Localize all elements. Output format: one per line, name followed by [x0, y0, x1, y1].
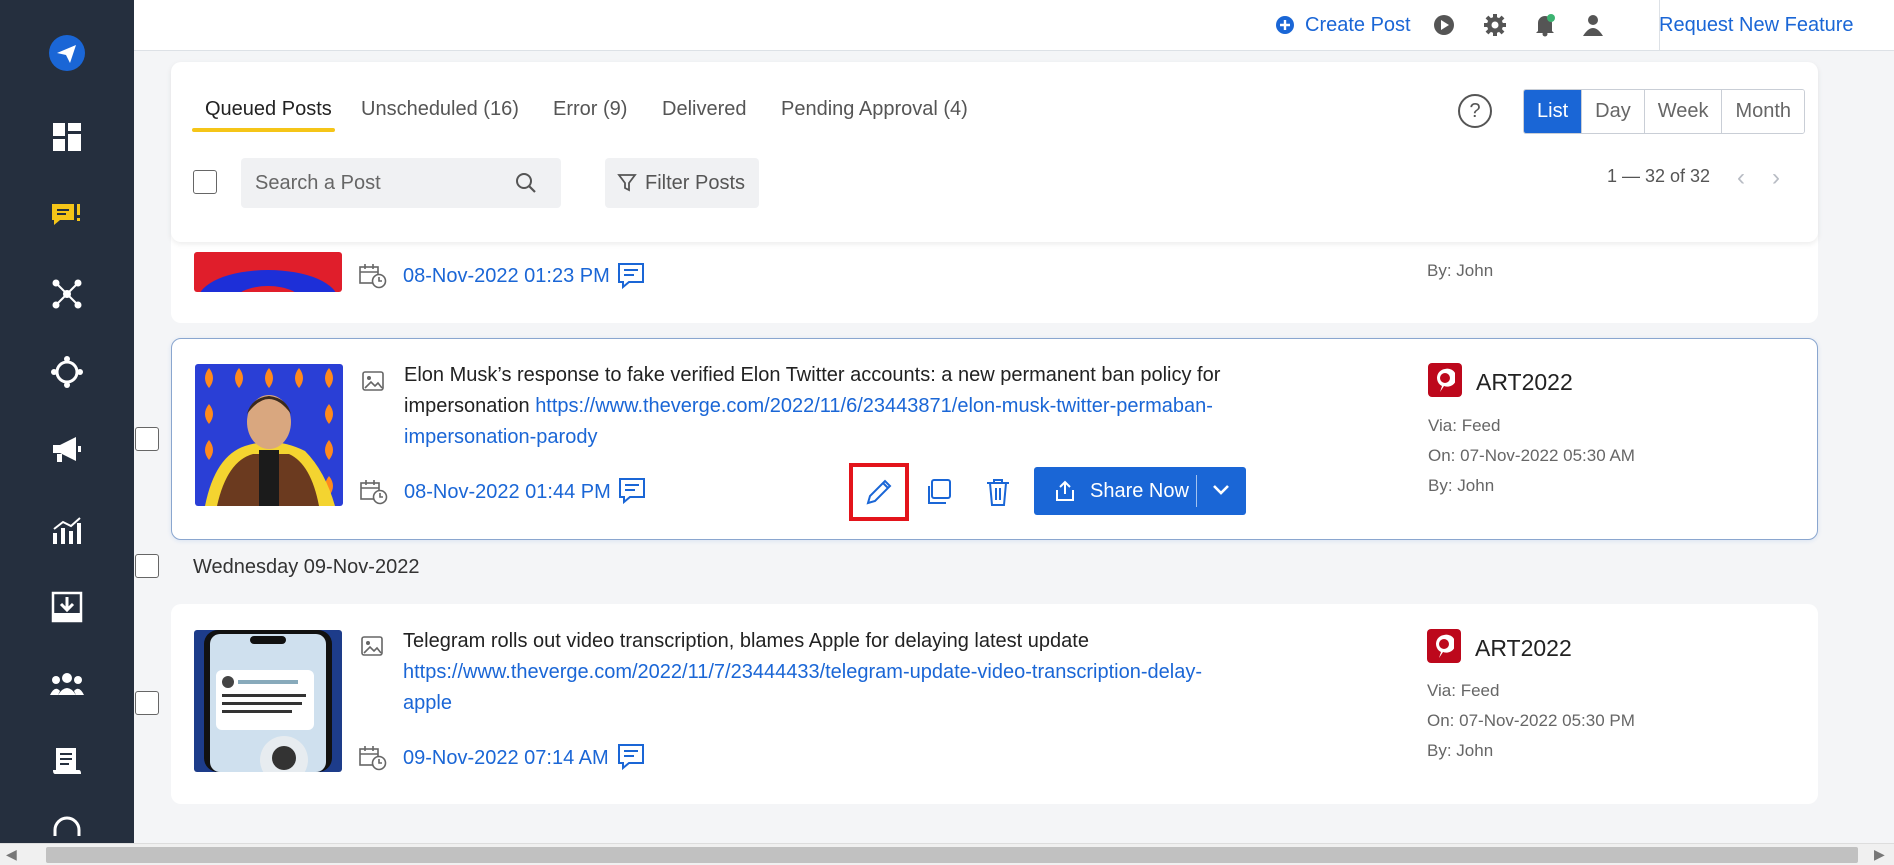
- comment-icon[interactable]: [617, 743, 645, 771]
- day-select-checkbox[interactable]: [135, 554, 159, 578]
- filter-posts-label: Filter Posts: [645, 171, 746, 194]
- team-icon[interactable]: [47, 664, 87, 704]
- post-scheduled-date[interactable]: 08-Nov-2022 01:44 PM: [404, 481, 611, 504]
- funnel-icon: [617, 174, 637, 192]
- schedule-calendar-icon: [360, 479, 388, 505]
- post-link[interactable]: https://www.theverge.com/2022/11/7/23444…: [403, 661, 1202, 714]
- share-divider: [1196, 475, 1197, 507]
- comment-icon[interactable]: [617, 262, 645, 290]
- create-post-label: Create Post: [1305, 13, 1411, 36]
- posts-panel: Queued Posts Unscheduled (16) Error (9) …: [171, 62, 1818, 242]
- delete-post-button[interactable]: [983, 476, 1013, 508]
- tab-queued-posts[interactable]: Queued Posts: [205, 98, 332, 121]
- help-icon[interactable]: ?: [1458, 94, 1492, 128]
- trash-icon: [987, 479, 1009, 506]
- post-select-checkbox[interactable]: [135, 427, 159, 451]
- duplicate-post-button[interactable]: [923, 477, 953, 507]
- share-icon: [1056, 480, 1074, 501]
- post-text: Telegram rolls out video transcription, …: [403, 630, 1089, 652]
- paper-plane-icon[interactable]: [47, 33, 87, 73]
- headset-icon[interactable]: [47, 816, 87, 843]
- post-on: On: 07-Nov-2022 05:30 AM: [1428, 446, 1635, 465]
- top-bar: Create Post Request New Feature: [134, 0, 1894, 51]
- account-name: ART2022: [1475, 635, 1572, 661]
- user-icon[interactable]: [1582, 12, 1604, 38]
- post-by: By: John: [1427, 741, 1494, 760]
- play-icon[interactable]: [1433, 12, 1455, 38]
- download-tray-icon[interactable]: [47, 587, 87, 627]
- dashboard-icon[interactable]: [47, 117, 87, 157]
- tab-unscheduled[interactable]: Unscheduled (16): [361, 98, 519, 121]
- share-now-label: Share Now: [1090, 479, 1189, 502]
- request-feature-label: Request New Feature: [1659, 13, 1854, 36]
- post-card[interactable]: Telegram rolls out video transcription, …: [171, 604, 1818, 804]
- scroll-right-icon[interactable]: ▶: [1874, 846, 1885, 863]
- network-icon[interactable]: [47, 274, 87, 314]
- search-input[interactable]: [255, 171, 515, 195]
- post-thumbnail: [195, 364, 343, 506]
- post-via: Via: Feed: [1428, 416, 1501, 435]
- tab-delivered[interactable]: Delivered: [662, 98, 746, 121]
- pinterest-icon: [1427, 629, 1461, 663]
- megaphone-icon[interactable]: [47, 430, 87, 470]
- next-page-icon[interactable]: ›: [1772, 164, 1780, 192]
- post-via: Via: Feed: [1427, 681, 1500, 700]
- post-content: Elon Musk’s response to fake verified El…: [404, 360, 1234, 453]
- image-type-icon: [361, 636, 383, 656]
- account-name: ART2022: [1476, 369, 1573, 395]
- post-by: By: John: [1427, 261, 1494, 280]
- post-by: By: John: [1428, 476, 1495, 495]
- copy-icon: [928, 479, 951, 504]
- post-select-checkbox[interactable]: [135, 691, 159, 715]
- scroll-left-icon[interactable]: ◀: [6, 846, 17, 863]
- active-tab-indicator: [192, 128, 335, 132]
- view-week-button[interactable]: Week: [1643, 90, 1722, 133]
- schedule-calendar-icon: [359, 263, 387, 289]
- request-feature-link[interactable]: Request New Feature: [1659, 12, 1854, 38]
- post-scheduled-date[interactable]: 08-Nov-2022 01:23 PM: [403, 265, 610, 288]
- tab-error[interactable]: Error (9): [553, 98, 627, 121]
- view-day-button[interactable]: Day: [1581, 90, 1644, 133]
- prev-page-icon[interactable]: ‹: [1737, 164, 1745, 192]
- share-now-button[interactable]: Share Now: [1034, 467, 1246, 515]
- view-list-button[interactable]: List: [1524, 90, 1582, 133]
- pagination-range: 1 — 32 of 32: [1607, 166, 1711, 186]
- chevron-down-icon[interactable]: [1211, 483, 1231, 497]
- post-scheduled-date[interactable]: 09-Nov-2022 07:14 AM: [403, 747, 609, 770]
- pinterest-icon: [1428, 363, 1462, 397]
- image-type-icon: [362, 371, 384, 391]
- post-thumbnail: [194, 252, 342, 292]
- post-on: On: 07-Nov-2022 05:30 PM: [1427, 711, 1635, 730]
- analytics-icon[interactable]: [47, 510, 87, 550]
- post-thumbnail: [194, 630, 342, 772]
- tab-pending-approval[interactable]: Pending Approval (4): [781, 98, 968, 121]
- gear-icon[interactable]: [1483, 12, 1507, 38]
- comment-icon[interactable]: [618, 477, 646, 505]
- chat-alert-icon[interactable]: [47, 196, 87, 236]
- target-icon[interactable]: [47, 352, 87, 392]
- post-card-selected[interactable]: Elon Musk’s response to fake verified El…: [171, 338, 1818, 540]
- view-switcher: List Day Week Month: [1523, 89, 1806, 134]
- filter-posts-button[interactable]: Filter Posts: [605, 158, 759, 208]
- view-month-button[interactable]: Month: [1721, 90, 1805, 133]
- create-post-button[interactable]: Create Post: [1275, 12, 1411, 38]
- search-box: [241, 158, 561, 208]
- select-all-checkbox[interactable]: [193, 170, 217, 194]
- sidebar: [0, 0, 134, 843]
- search-icon[interactable]: [515, 172, 537, 194]
- report-icon[interactable]: [47, 742, 87, 782]
- horizontal-scrollbar[interactable]: ◀ ▶: [0, 843, 1894, 865]
- scrollbar-thumb[interactable]: [46, 847, 1858, 863]
- plus-circle-icon: [1276, 16, 1294, 34]
- post-content: Telegram rolls out video transcription, …: [403, 626, 1233, 719]
- schedule-calendar-icon: [359, 745, 387, 771]
- notification-bell-icon[interactable]: [1533, 12, 1557, 38]
- pencil-icon: [866, 479, 892, 505]
- edit-post-button[interactable]: [849, 463, 909, 521]
- day-heading: Wednesday 09-Nov-2022: [193, 556, 420, 578]
